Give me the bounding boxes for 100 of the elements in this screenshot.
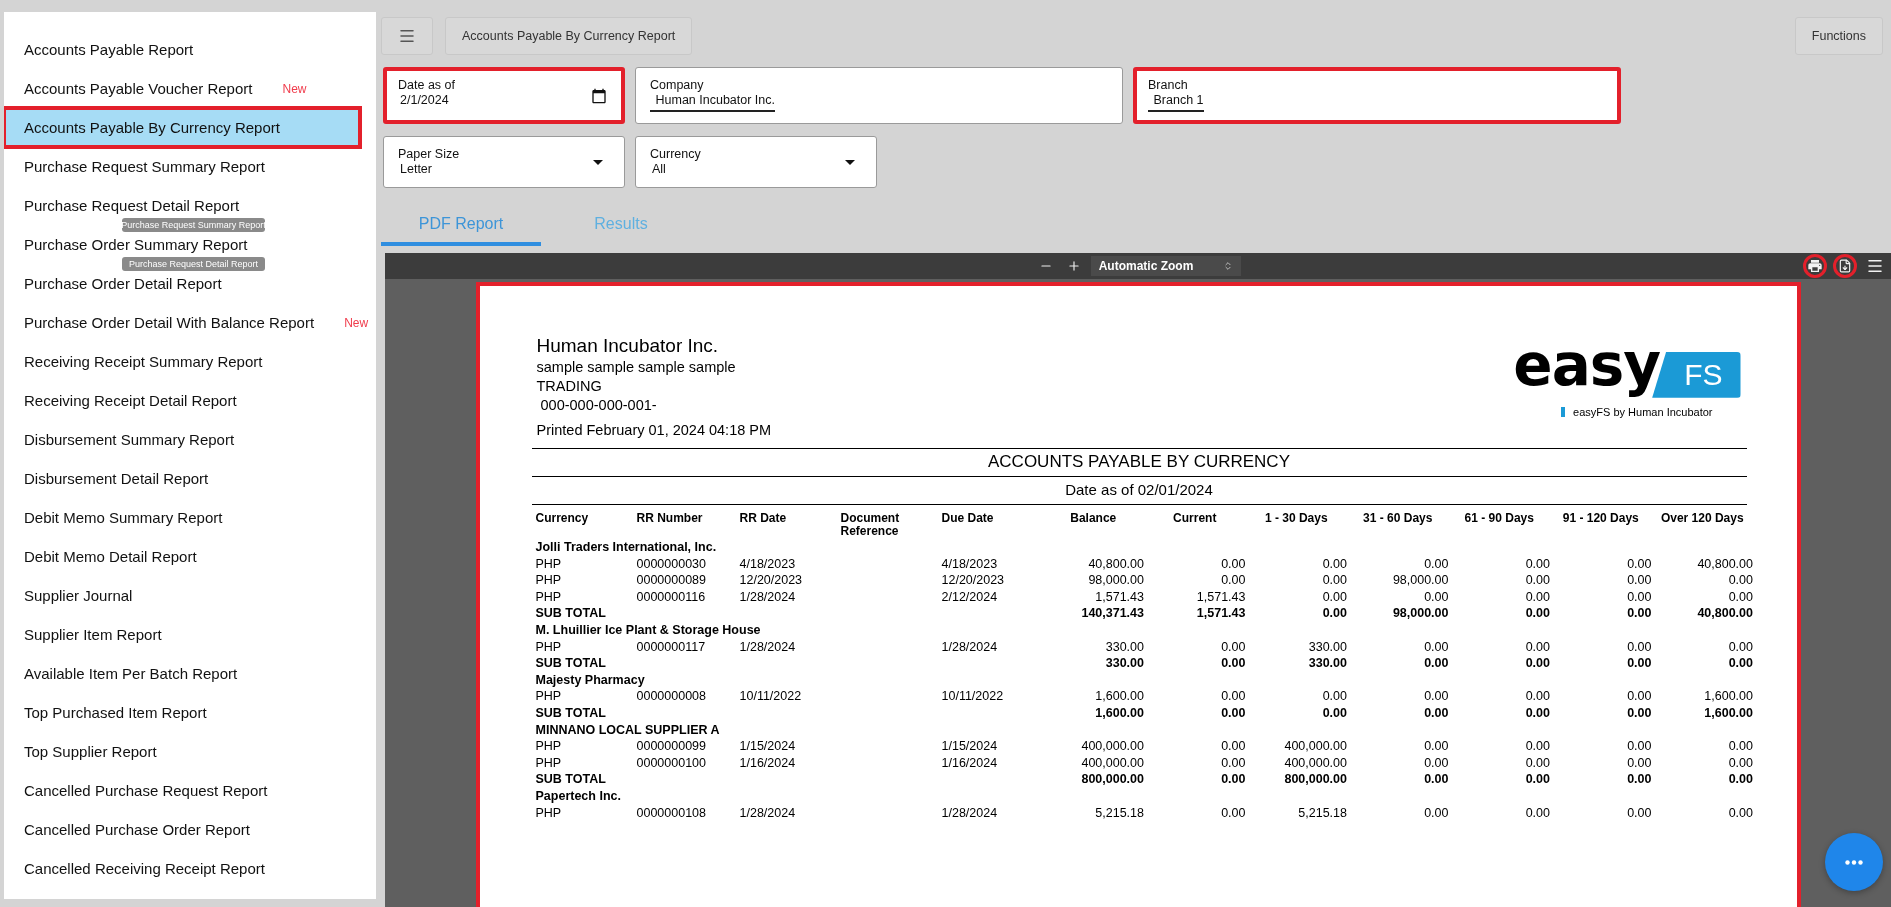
table-cell-text: 0.00 — [1321, 588, 1347, 606]
supplier-name: MINNANO LOCAL SUPPLIER A — [535, 721, 721, 739]
sidebar-item[interactable]: Top Supplier Report — [4, 732, 376, 771]
table-cell-text: PHP — [535, 738, 563, 755]
table-cell-text: 0.00 — [1423, 588, 1449, 606]
table-cell-text: 98,000.00 — [1087, 572, 1144, 589]
table-cell-text: 4/18/2023 — [739, 555, 797, 573]
subtotal-cell-text: 800,000.00 — [1080, 771, 1144, 788]
table-cell-text: 400,000.00 — [1080, 738, 1144, 755]
sidebar-item[interactable]: Debit Memo Summary Report — [4, 498, 376, 537]
column-header: RR Date — [739, 510, 788, 527]
download-button[interactable] — [1833, 254, 1857, 278]
up-down-caret-icon — [1223, 261, 1234, 271]
table-cell-text: 40,800.00 — [1696, 555, 1753, 573]
table-cell-text: 0.00 — [1321, 572, 1347, 589]
table-cell-text: PHP — [535, 588, 563, 606]
subtotal-label: SUB TOTAL — [535, 704, 607, 722]
sidebar-item[interactable]: Cancelled Purchase Request Report — [4, 771, 376, 810]
table-cell-text: 0000000099 — [636, 738, 708, 755]
table-cell-text: 1,571.43 — [1094, 588, 1144, 606]
printed-date: Printed February 01, 2024 04:18 PM — [536, 421, 772, 440]
input-field[interactable]: Company Human Incubator Inc. — [635, 67, 1123, 124]
table-cell-text: 0.00 — [1524, 754, 1550, 772]
functions-button[interactable]: Functions — [1794, 17, 1883, 55]
select-field[interactable]: Paper Size Letter — [383, 136, 625, 188]
zoom-select[interactable]: Automatic Zoom — [1090, 256, 1242, 276]
sidebar-item[interactable]: Available Item Per Batch Report — [4, 654, 376, 693]
table-cell-text: 0.00 — [1220, 572, 1246, 589]
sidebar-item[interactable]: Cancelled Purchase Order Report — [4, 810, 376, 849]
sidebar-item[interactable]: Accounts Payable By Currency Report — [4, 108, 360, 147]
input-field[interactable]: Branch Branch 1 — [1133, 67, 1621, 124]
sidebar-item[interactable]: Supplier Item Report — [4, 615, 376, 654]
subtotal-cell-text: 0.00 — [1524, 704, 1550, 722]
table-cell-text: 0.00 — [1626, 555, 1652, 573]
sidebar-item[interactable]: Receiving Receipt Detail Report — [4, 381, 376, 420]
subtotal-cell-text: 0.00 — [1626, 655, 1652, 672]
subtotal-cell-text: 0.00 — [1626, 704, 1652, 722]
table-cell-text: 0.00 — [1321, 555, 1347, 573]
table-cell-text: 0.00 — [1727, 804, 1753, 822]
sidebar-item[interactable]: Top Purchased Item Report — [4, 693, 376, 732]
sidebar-item[interactable]: Disbursement Summary Report — [4, 420, 376, 459]
sidebar-item[interactable]: Accounts Payable Voucher Report New — [4, 69, 376, 108]
table-cell-text: 0.00 — [1727, 738, 1753, 755]
table-cell-text: 0.00 — [1423, 638, 1449, 656]
supplier-name: Papertech Inc. — [535, 787, 622, 805]
sidebar-item[interactable]: Accounts Payable Report — [4, 30, 376, 69]
subtotal-cell-text: 140,371.43 — [1080, 605, 1144, 622]
company-detail: sample sample sample sample — [536, 358, 737, 377]
table-cell-text: PHP — [535, 804, 563, 822]
column-header: Currency — [535, 510, 590, 527]
subtotal-cell-text: 330.00 — [1307, 655, 1347, 672]
table-cell-text: 0.00 — [1220, 754, 1246, 772]
table-cell-text: 12/20/2023 — [941, 572, 1006, 589]
table-cell-text: 0000000089 — [636, 572, 708, 589]
menu-icon — [398, 27, 416, 45]
table-cell-text: 1/16/2024 — [941, 754, 999, 772]
calendar-icon[interactable] — [591, 87, 607, 104]
table-cell-text: 1,600.00 — [1703, 688, 1753, 705]
table-cell-text: 0.00 — [1626, 754, 1652, 772]
table-cell-text: 1/15/2024 — [941, 738, 999, 755]
table-cell-text: 0.00 — [1524, 688, 1550, 705]
column-header: Due Date — [941, 510, 995, 527]
table-cell-text: 0.00 — [1727, 588, 1753, 606]
table-cell-text: 0.00 — [1423, 688, 1449, 705]
table-cell-text: PHP — [535, 688, 563, 705]
sidebar-item[interactable]: Purchase Order Detail With Balance Report New — [4, 303, 376, 342]
input-field[interactable]: Date as of 2/1/2024 — [383, 67, 625, 124]
page-title[interactable]: Accounts Payable By Currency Report — [445, 17, 693, 55]
print-button[interactable] — [1803, 254, 1827, 278]
select-field[interactable]: Currency All — [635, 136, 877, 188]
table-cell-text: 0.00 — [1423, 555, 1449, 573]
column-header: Balance — [1069, 510, 1118, 527]
field-value: Letter — [399, 162, 432, 178]
table-cell-text: 0.00 — [1524, 588, 1550, 606]
sidebar-item[interactable]: Cancelled Receiving Receipt Report — [4, 849, 376, 888]
table-cell-text: 0.00 — [1220, 555, 1246, 573]
company-detail: TRADING — [536, 377, 603, 396]
subtotal-cell-text: 330.00 — [1104, 655, 1144, 672]
table-cell-text: 0.00 — [1423, 754, 1449, 772]
table-cell-text: 330.00 — [1307, 638, 1347, 656]
subtotal-label: SUB TOTAL — [535, 655, 607, 672]
plus-icon — [1066, 259, 1081, 273]
new-label: New — [282, 81, 307, 96]
field-label: Currency — [650, 147, 702, 162]
table-cell-text: PHP — [535, 572, 563, 589]
subtotal-cell-text: 1,600.00 — [1703, 704, 1753, 722]
table-cell-text: 0.00 — [1727, 754, 1753, 772]
field-value: Human Incubator Inc. — [650, 93, 775, 112]
sidebar-item[interactable]: Receiving Receipt Summary Report — [4, 342, 376, 381]
table-cell-text: 0.00 — [1220, 804, 1246, 822]
table-cell-text: 0.00 — [1423, 738, 1449, 755]
sidebar-item[interactable]: Disbursement Detail Report — [4, 459, 376, 498]
sidebar-item[interactable]: Supplier Journal — [4, 576, 376, 615]
sidebar-item[interactable]: Debit Memo Detail Report — [4, 537, 376, 576]
sidebar-item[interactable]: Purchase Request Summary Report — [4, 147, 376, 186]
subtotal-cell-text: 0.00 — [1321, 704, 1347, 722]
table-cell-text: 1,600.00 — [1094, 688, 1144, 705]
subtotal-cell-text: 1,600.00 — [1094, 704, 1144, 722]
field-value: Branch 1 — [1148, 93, 1204, 112]
subtotal-label: SUB TOTAL — [535, 605, 607, 622]
